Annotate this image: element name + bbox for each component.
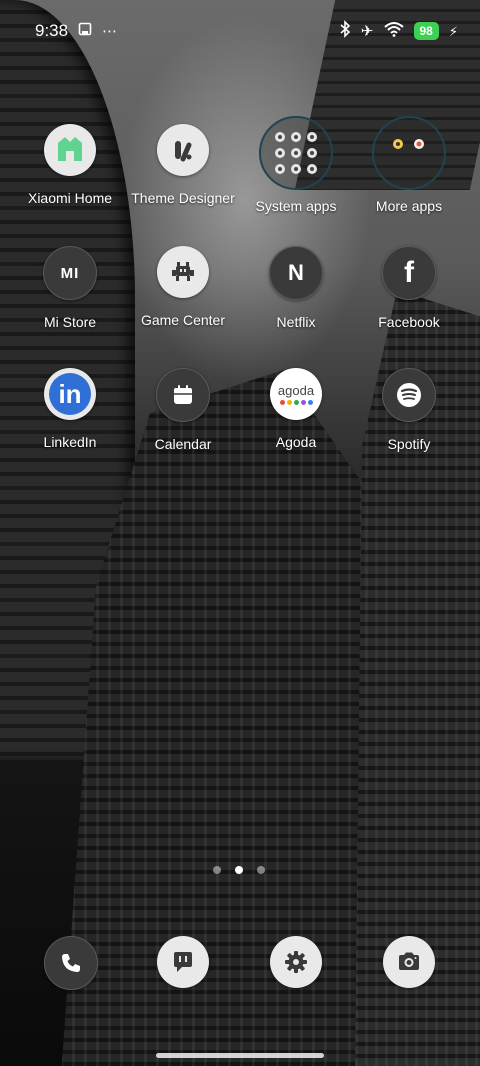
netflix-icon: N	[269, 246, 323, 300]
linkedin-icon: in	[44, 368, 96, 420]
game-center-icon	[157, 246, 209, 298]
linkedin-logo: in	[58, 378, 82, 409]
agoda-icon: agoda	[270, 368, 322, 420]
app-spotify[interactable]: Spotify	[353, 368, 465, 452]
facebook-logo: f	[404, 256, 414, 289]
dock-phone[interactable]	[44, 936, 98, 990]
mi-logo: MI	[60, 264, 80, 282]
folder-system-apps[interactable]: System apps	[240, 116, 352, 214]
folder-icon	[372, 116, 446, 190]
spotify-icon	[382, 368, 436, 422]
page-indicator[interactable]	[213, 866, 265, 874]
app-label: Netflix	[276, 314, 316, 330]
app-label: LinkedIn	[43, 434, 97, 450]
more-notifications-icon: ⋯	[102, 22, 118, 40]
theme-designer-icon	[157, 124, 209, 176]
app-linkedin[interactable]: in LinkedIn	[14, 368, 126, 450]
status-time: 9:38	[35, 21, 69, 40]
page-dot-current[interactable]	[235, 866, 243, 874]
facebook-icon: f	[382, 246, 436, 300]
app-label: Mi Store	[43, 314, 97, 330]
app-agoda[interactable]: agoda Agoda	[240, 368, 352, 450]
app-label: Agoda	[275, 434, 317, 450]
home-screen: 9:38 ⋯ ✈ 98 ⚡ Xiaomi Home Theme Designer…	[0, 0, 480, 1066]
xiaomi-home-icon	[44, 124, 96, 176]
app-label: Theme Designer	[131, 190, 235, 206]
app-label: Calendar	[154, 436, 212, 452]
dock-messages[interactable]	[157, 936, 209, 988]
app-theme-designer[interactable]: Theme Designer	[127, 124, 239, 206]
wifi-icon	[383, 21, 404, 42]
charging-icon: ⚡	[448, 23, 458, 39]
app-facebook[interactable]: f Facebook	[353, 246, 465, 330]
dock-settings[interactable]	[270, 936, 322, 988]
app-xiaomi-home[interactable]: Xiaomi Home	[14, 124, 126, 206]
camera-icon	[399, 952, 419, 970]
app-label: More apps	[375, 198, 443, 214]
agoda-logo: agoda	[277, 382, 315, 398]
gesture-home-bar[interactable]	[156, 1053, 324, 1058]
screenshot-icon	[78, 22, 92, 41]
message-icon	[174, 952, 192, 972]
app-label: Spotify	[387, 436, 431, 452]
page-dot[interactable]	[213, 866, 221, 874]
netflix-logo: N	[288, 260, 304, 285]
status-bar: 9:38 ⋯ ✈ 98 ⚡	[0, 0, 480, 62]
folder-icon	[259, 116, 333, 190]
app-label: System apps	[255, 198, 337, 214]
bluetooth-icon	[339, 19, 351, 43]
app-netflix[interactable]: N Netflix	[240, 246, 352, 330]
mi-store-icon: MI	[43, 246, 97, 300]
app-calendar[interactable]: Calendar	[127, 368, 239, 452]
app-game-center[interactable]: Game Center	[127, 246, 239, 328]
app-label: Xiaomi Home	[27, 190, 113, 206]
app-label: Game Center	[140, 312, 226, 328]
app-mi-store[interactable]: MI Mi Store	[14, 246, 126, 330]
airplane-mode-icon: ✈	[360, 22, 374, 40]
page-dot[interactable]	[257, 866, 265, 874]
dock-camera[interactable]	[383, 936, 435, 988]
phone-icon	[62, 954, 80, 972]
calendar-icon	[156, 368, 210, 422]
gear-icon	[285, 951, 307, 973]
app-label: Facebook	[378, 314, 440, 330]
folder-more-apps[interactable]: More apps	[353, 116, 465, 214]
battery-indicator: 98	[413, 22, 439, 40]
